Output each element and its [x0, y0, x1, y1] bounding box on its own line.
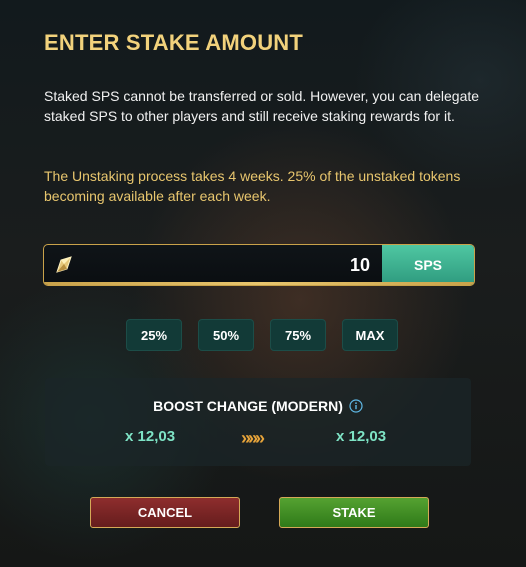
current-boost-value: x 12,03 [125, 428, 176, 445]
token-unit-label: SPS [382, 245, 474, 285]
sps-token-icon [44, 245, 84, 285]
stake-button[interactable]: STAKE [279, 497, 429, 528]
dialog-title: ENTER STAKE AMOUNT [44, 30, 304, 55]
stake-description: Staked SPS cannot be transferred or sold… [44, 88, 480, 124]
new-boost-value: x 12,03 [336, 428, 387, 445]
boost-title: BOOST CHANGE (MODERN) [153, 398, 343, 414]
boost-title-row: BOOST CHANGE (MODERN) [45, 398, 471, 416]
max-button[interactable]: MAX [342, 319, 398, 351]
stake-amount-field: SPS [43, 244, 475, 286]
unstaking-note: The Unstaking process takes 4 weeks. 25%… [44, 168, 461, 204]
boost-change-arrow-icon: »»» [241, 428, 265, 448]
stake-amount-input[interactable] [84, 245, 382, 285]
percent-75-button[interactable]: 75% [270, 319, 326, 351]
percent-25-button[interactable]: 25% [126, 319, 182, 351]
info-icon[interactable] [349, 399, 363, 416]
percent-50-button[interactable]: 50% [198, 319, 254, 351]
boost-change-panel: BOOST CHANGE (MODERN) x 12,03 »»» x 12,0… [45, 378, 471, 466]
percent-buttons: 25% 50% 75% MAX [126, 319, 398, 351]
cancel-button[interactable]: CANCEL [90, 497, 240, 528]
